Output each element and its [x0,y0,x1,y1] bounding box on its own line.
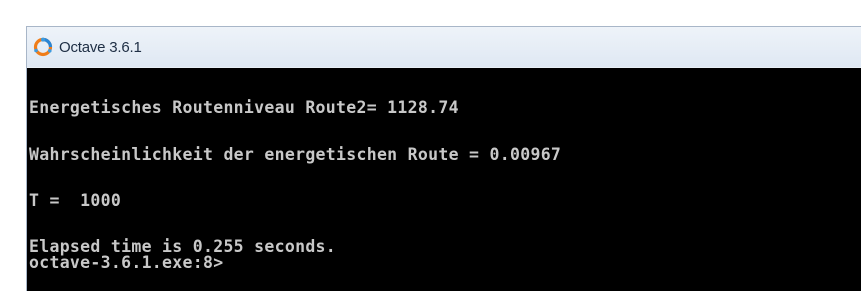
console-output[interactable]: Energetisches Routenniveau Route2= 1128.… [27,68,861,291]
console-prompt[interactable]: octave-3.6.1.exe:8> [29,254,223,272]
screenshot-area: Octave 3.6.1 Energetisches Routenniveau … [0,0,861,291]
title-bar[interactable]: Octave 3.6.1 [27,27,861,67]
window-title: Octave 3.6.1 [59,38,142,56]
console-line: T = 1000 [29,191,122,210]
console-line: Wahrscheinlichkeit der energetischen Rou… [29,145,562,164]
octave-logo-icon [33,37,53,57]
octave-console-window: Octave 3.6.1 Energetisches Routenniveau … [26,26,861,291]
console-line: Energetisches Routenniveau Route2= 1128.… [29,98,459,117]
